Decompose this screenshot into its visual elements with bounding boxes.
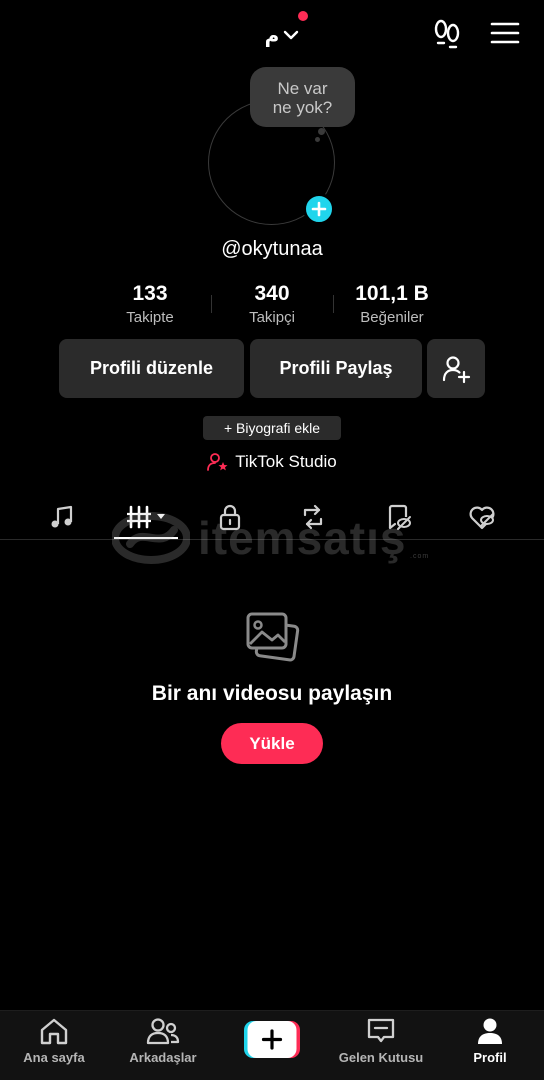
account-name: م xyxy=(264,24,280,47)
stat-following-label: Takipte xyxy=(126,309,174,326)
bubble-tail-dot-small xyxy=(315,137,320,142)
inbox-icon xyxy=(367,1018,395,1043)
tab-liked[interactable] xyxy=(457,497,507,537)
stat-following[interactable]: 133 Takipte xyxy=(90,282,210,326)
hamburger-menu-icon[interactable] xyxy=(488,18,522,48)
add-friend-button[interactable] xyxy=(427,339,485,398)
nav-profile[interactable]: Profil xyxy=(440,1016,540,1074)
empty-state-title: Bir anı videosu paylaşın xyxy=(151,682,393,705)
bubble-tail-dot xyxy=(318,128,325,135)
stat-followers[interactable]: 340 Takipçi xyxy=(212,282,332,326)
home-icon xyxy=(40,1018,68,1045)
stat-likes-value: 101,1 B xyxy=(355,282,429,305)
upload-button[interactable]: Yükle xyxy=(221,723,323,764)
nav-home[interactable]: Ana sayfa xyxy=(4,1016,104,1074)
plus-icon xyxy=(311,201,327,217)
nav-home-label: Ana sayfa xyxy=(23,1050,85,1065)
watermark: itemsatış xyxy=(112,508,432,568)
tab-music[interactable] xyxy=(37,497,87,537)
add-photo-button[interactable] xyxy=(303,193,335,225)
share-profile-button[interactable]: Profili Paylaş xyxy=(250,339,422,398)
edit-profile-button[interactable]: Profili düzenle xyxy=(59,339,244,398)
add-bio-button[interactable]: + Biyografi ekle xyxy=(203,416,341,440)
stat-following-value: 133 xyxy=(132,282,168,305)
nav-inbox[interactable]: Gelen Kutusu xyxy=(331,1016,431,1074)
watermark-suffix: .com xyxy=(410,553,430,560)
profile-icon xyxy=(478,1018,502,1044)
watermark-text: itemsatış xyxy=(198,512,407,564)
stat-followers-label: Takipçi xyxy=(249,309,295,326)
tiktok-studio-label: TikTok Studio xyxy=(235,452,337,471)
status-bubble[interactable]: Ne var ne yok? xyxy=(250,67,355,127)
account-switcher[interactable]: م xyxy=(262,20,302,50)
stat-likes-label: Beğeniler xyxy=(360,309,424,326)
stat-likes[interactable]: 101,1 B Beğeniler xyxy=(332,282,452,326)
music-icon xyxy=(51,505,73,528)
create-button[interactable] xyxy=(244,1021,300,1058)
notification-dot xyxy=(298,11,308,21)
status-bubble-text: Ne var ne yok? xyxy=(272,79,333,117)
add-user-icon xyxy=(442,355,471,383)
tiktok-studio-link[interactable]: TikTok Studio xyxy=(0,452,544,472)
nav-profile-label: Profil xyxy=(473,1050,507,1065)
stat-followers-value: 340 xyxy=(254,282,290,305)
liked-icon xyxy=(469,506,495,530)
nav-inbox-label: Gelen Kutusu xyxy=(338,1050,424,1065)
nav-friends-label: Arkadaşlar xyxy=(129,1050,197,1065)
photos-icon xyxy=(246,612,300,662)
studio-icon xyxy=(207,453,228,471)
friends-icon xyxy=(146,1018,180,1045)
footprints-icon[interactable] xyxy=(430,18,464,50)
nav-friends[interactable]: Arkadaşlar xyxy=(113,1016,213,1074)
chevron-down-icon xyxy=(284,30,299,40)
watermark-logo-icon xyxy=(112,512,190,564)
username: @okytunaa xyxy=(221,238,323,260)
